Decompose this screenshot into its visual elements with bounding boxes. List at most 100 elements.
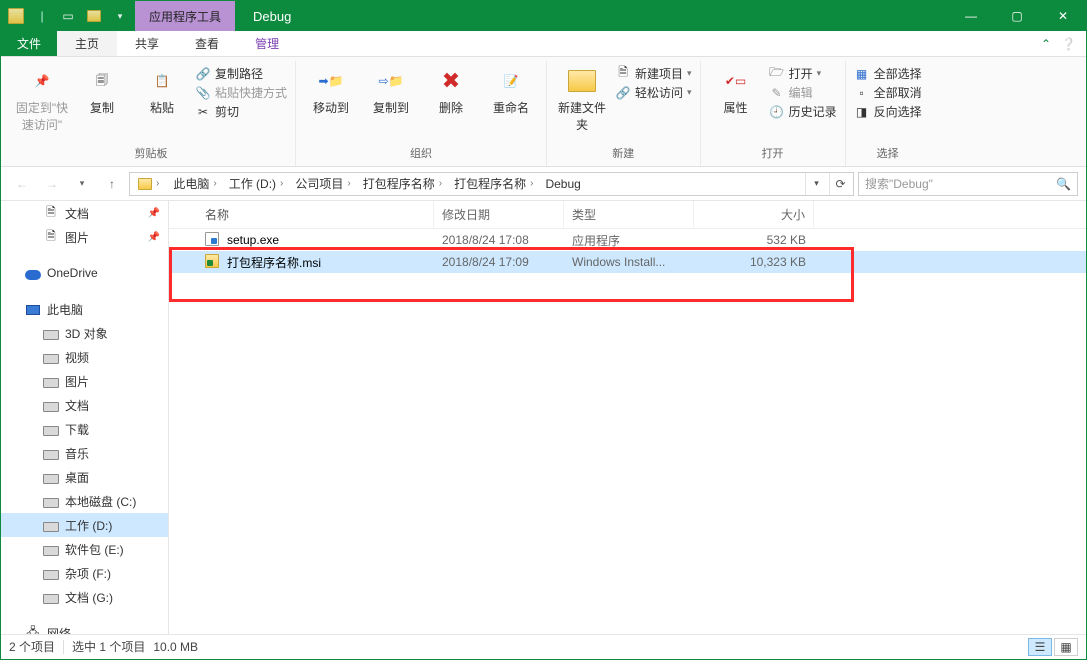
sidebar-pc-item[interactable]: 文档 (G:) [1,585,168,609]
sidebar-pc-item[interactable]: 图片 [1,369,168,393]
sidebar-quick-item[interactable]: 🗎图片📌 [1,225,168,249]
sidebar-pc-item[interactable]: 软件包 (E:) [1,537,168,561]
close-button[interactable]: ✕ [1040,1,1086,31]
file-type-icon [205,254,221,270]
drive-icon [43,469,59,485]
ribbon-expand-icon[interactable]: ⌃ [1041,37,1051,51]
drive-icon [43,373,59,389]
drive-icon [43,565,59,581]
tab-view[interactable]: 查看 [177,31,237,56]
qat-dropdown-icon[interactable]: ▾ [109,5,131,27]
sidebar-pc-item[interactable]: 视频 [1,345,168,369]
address-root-icon[interactable]: › [132,173,165,195]
rename-button[interactable]: 📝重命名 [484,61,538,116]
address-bar[interactable]: › 此电脑 ›工作 (D:) ›公司项目 ›打包程序名称 ›打包程序名称 ›De… [129,172,854,196]
col-date[interactable]: 修改日期 [434,201,564,228]
delete-icon: ✖ [435,65,467,97]
delete-button[interactable]: ✖删除 [424,61,478,116]
address-dropdown[interactable]: ▾ [805,173,827,195]
file-icon: 🗎 [43,205,59,221]
search-input[interactable] [865,177,1056,191]
file-row[interactable]: setup.exe2018/8/24 17:08应用程序532 KB [169,229,1086,251]
minimize-button[interactable]: — [948,1,994,31]
folder-icon[interactable] [5,5,27,27]
nav-pane[interactable]: 🗎文档📌🗎图片📌 OneDrive 此电脑 3D 对象视频图片文档下载音乐桌面本… [1,201,169,634]
refresh-button[interactable]: ⟳ [829,173,851,195]
newfolder-button[interactable]: 新建文件夹 [555,61,609,133]
sidebar-pc-item[interactable]: 下载 [1,417,168,441]
search-box[interactable]: 🔍 [858,172,1078,196]
sidebar-pc-item[interactable]: 工作 (D:) [1,513,168,537]
file-type: Windows Install... [564,255,694,269]
recent-dropdown[interactable]: ▾ [69,171,95,197]
drive-icon [43,325,59,341]
tab-share[interactable]: 共享 [117,31,177,56]
tab-file[interactable]: 文件 [1,31,57,56]
breadcrumb-item[interactable]: 打包程序名称 › [448,173,539,195]
breadcrumb-item[interactable]: 公司项目 › [289,173,356,195]
up-button[interactable]: ↑ [99,171,125,197]
sidebar-pc-item[interactable]: 桌面 [1,465,168,489]
tab-home[interactable]: 主页 [57,31,117,56]
file-size: 532 KB [694,233,814,247]
sidebar-pc-item[interactable]: 音乐 [1,441,168,465]
copyto-button[interactable]: ⇨📁复制到 [364,61,418,116]
drive-icon [43,397,59,413]
sidebar-pc-item[interactable]: 杂项 (F:) [1,561,168,585]
col-size[interactable]: 大小 [694,201,814,228]
column-headers[interactable]: 名称 修改日期 类型 大小 [169,201,1086,229]
maximize-button[interactable]: ▢ [994,1,1040,31]
breadcrumb-item[interactable]: 打包程序名称 › [357,173,448,195]
edit-button[interactable]: ✎编辑 [769,84,837,101]
col-type[interactable]: 类型 [564,201,694,228]
history-button[interactable]: 🕘历史记录 [769,103,837,120]
properties-button[interactable]: ✔▭属性 [709,61,763,116]
sidebar-onedrive[interactable]: OneDrive [1,261,168,285]
sidebar-thispc[interactable]: 此电脑 [1,297,168,321]
tab-manage[interactable]: 管理 [237,31,297,56]
file-type-icon [205,232,221,248]
forward-button[interactable]: → [39,171,65,197]
breadcrumb-item[interactable]: 此电脑 › [167,173,222,195]
view-icons-button[interactable]: ▦ [1054,638,1078,656]
properties-icon[interactable]: ▭ [57,5,79,27]
selectall-button[interactable]: ▦全部选择 [854,65,922,82]
drive-icon [43,493,59,509]
breadcrumb-item[interactable]: Debug [539,173,586,195]
view-details-button[interactable]: ☰ [1028,638,1052,656]
selectall-icon: ▦ [854,66,870,82]
new-folder-icon[interactable] [83,5,105,27]
back-button[interactable]: ← [9,171,35,197]
open-button[interactable]: 🗁打开 ▾ [769,65,837,82]
copy-button[interactable]: 🗐复制 [75,61,129,116]
sidebar-quick-item[interactable]: 🗎文档📌 [1,201,168,225]
col-name[interactable]: 名称 [169,201,434,228]
context-tab-label: 应用程序工具 [135,1,235,31]
cut-button[interactable]: ✂剪切 [195,103,287,120]
easyaccess-button[interactable]: 🔗轻松访问 ▾ [615,84,692,101]
file-row[interactable]: 打包程序名称.msi 2018/8/24 17:09Windows Install… [169,251,1086,273]
file-name: 打包程序名称.msi [227,254,321,271]
sidebar-network[interactable]: 🖧网络 [1,621,168,634]
paste-shortcut-button[interactable]: 📎粘贴快捷方式 [195,84,287,101]
history-icon: 🕘 [769,104,785,120]
breadcrumb-item[interactable]: 工作 (D:) › [223,173,290,195]
help-icon[interactable]: ❔ [1061,37,1076,51]
open-icon: 🗁 [769,66,785,82]
sidebar-pc-item[interactable]: 本地磁盘 (C:) [1,489,168,513]
sidebar-pc-item[interactable]: 文档 [1,393,168,417]
group-open: ✔▭属性 🗁打开 ▾ ✎编辑 🕘历史记录 打开 [701,61,846,166]
copy-path-button[interactable]: 🔗复制路径 [195,65,287,82]
network-icon: 🖧 [25,625,41,634]
paste-button[interactable]: 📋粘贴 [135,61,189,116]
ribbon: 📌固定到"快速访问" 🗐复制 📋粘贴 🔗复制路径 📎粘贴快捷方式 ✂剪切 剪贴板… [1,57,1086,167]
selectnone-button[interactable]: ▫全部取消 [854,84,922,101]
file-size: 10,323 KB [694,255,814,269]
moveto-button[interactable]: ➡📁移动到 [304,61,358,116]
pin-quickaccess-button[interactable]: 📌固定到"快速访问" [15,61,69,133]
sidebar-pc-item[interactable]: 3D 对象 [1,321,168,345]
invert-button[interactable]: ◨反向选择 [854,103,922,120]
status-size: 10.0 MB [153,640,198,654]
file-date: 2018/8/24 17:09 [434,255,564,269]
newitem-button[interactable]: 🗎新建项目 ▾ [615,65,692,82]
